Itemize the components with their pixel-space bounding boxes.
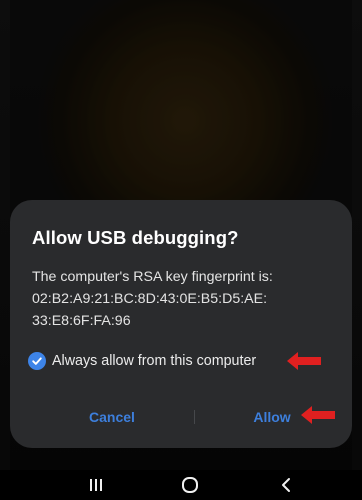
navigation-bar: [0, 470, 362, 500]
red-arrow-annotation-icon: [287, 352, 321, 370]
message-line-1: The computer's RSA key fingerprint is:: [32, 269, 273, 285]
usb-debugging-dialog: Allow USB debugging? The computer's RSA …: [10, 200, 352, 448]
checkbox-label: Always allow from this computer: [52, 353, 257, 369]
dialog-title: Allow USB debugging?: [32, 227, 239, 248]
home-button[interactable]: [160, 470, 220, 500]
back-icon: [282, 478, 290, 492]
message-line-2: 02:B2:A9:21:BC:8D:43:0E:B5:D5:AE:: [32, 291, 268, 307]
cancel-button[interactable]: Cancel: [52, 400, 172, 434]
button-divider: [194, 410, 195, 424]
home-icon: [182, 477, 198, 493]
recents-icon: [90, 479, 102, 491]
red-arrow-annotation-icon: [301, 406, 335, 424]
dialog-message: The computer's RSA key fingerprint is: 0…: [32, 266, 332, 332]
recents-button[interactable]: [66, 470, 126, 500]
back-button[interactable]: [256, 470, 316, 500]
checkbox-checked-icon[interactable]: [28, 352, 46, 370]
always-allow-checkbox-row[interactable]: Always allow from this computer: [28, 349, 256, 373]
message-line-3: 33:E8:6F:FA:96: [32, 313, 131, 329]
